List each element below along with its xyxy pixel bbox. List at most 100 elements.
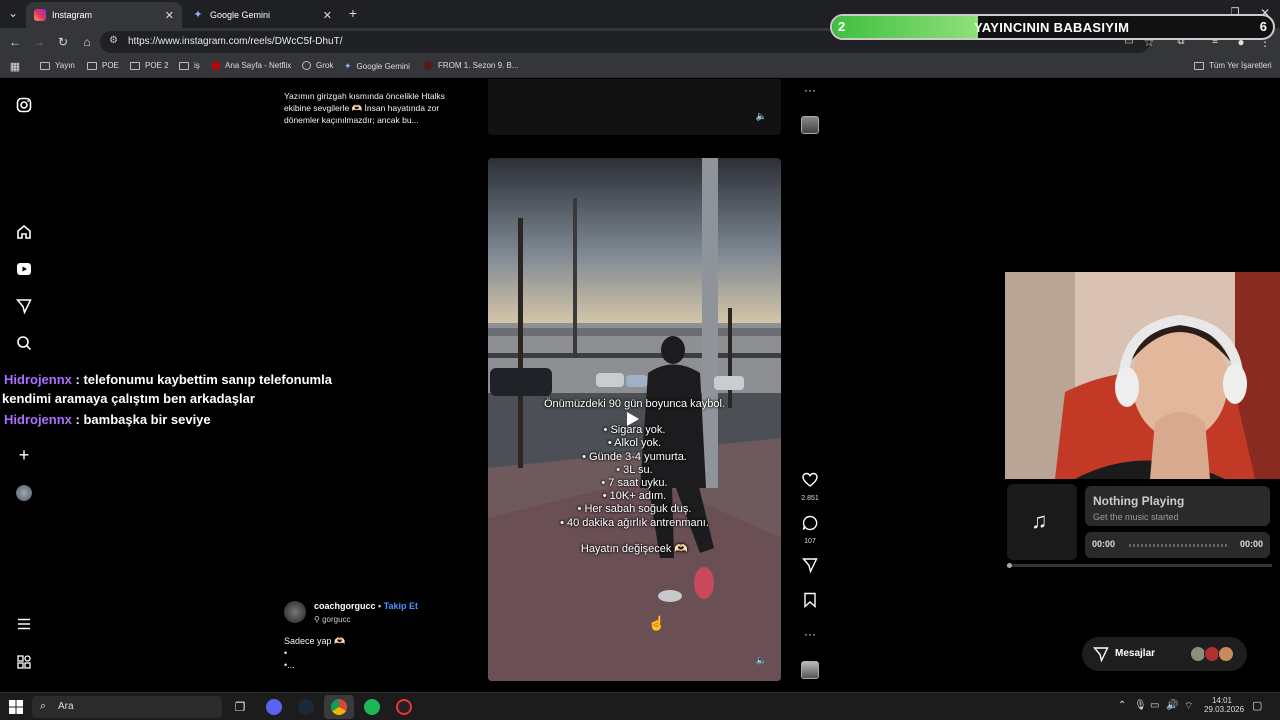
also-from-meta-icon[interactable] <box>16 654 32 670</box>
music-artwork: ♫ <box>1007 484 1077 560</box>
tab-list-chevron-icon[interactable]: ⌄ <box>4 4 22 22</box>
task-view-icon[interactable]: ❐ <box>232 699 248 715</box>
folder-icon <box>130 61 140 70</box>
volume-icon[interactable]: 🔈 <box>756 111 767 122</box>
chrome-taskbar-button[interactable] <box>324 695 354 719</box>
author-avatar[interactable] <box>284 601 306 623</box>
volume-icon[interactable]: 🔊 <box>1166 700 1178 711</box>
reload-icon[interactable]: ↻ <box>54 33 72 51</box>
bookmark-gemini[interactable]: ✦ Google Gemini <box>344 61 410 72</box>
reel-video[interactable]: Önümüzdeki 90 gün boyunca kaybol. • Siga… <box>488 158 781 681</box>
author-username[interactable]: coachgorgucc <box>314 601 376 611</box>
bookmark-label: FROM 1. Sezon 9. B... <box>438 61 519 70</box>
comment-icon[interactable] <box>802 515 818 531</box>
discord-icon[interactable] <box>266 699 282 715</box>
reels-icon[interactable] <box>16 261 32 277</box>
forward-arrow-icon[interactable]: → <box>30 33 48 51</box>
chrome-icon <box>331 699 347 715</box>
music-widget: ♫ Nothing Playing Get the music started … <box>1007 484 1272 564</box>
folder-icon <box>87 61 97 70</box>
overlay-line: • 10K+ adım. <box>602 490 667 503</box>
send-icon[interactable] <box>15 298 32 315</box>
search-icon: ⌕ <box>40 700 47 712</box>
instagram-logo-icon[interactable] <box>16 97 32 113</box>
more-options-icon[interactable]: ··· <box>800 627 820 641</box>
back-arrow-icon[interactable]: ← <box>6 33 24 51</box>
overlay-line: • 3L su. <box>616 463 653 476</box>
bookmark-netflix[interactable]: Ana Sayfa - Netflix <box>212 61 291 70</box>
bookmark-poe2[interactable]: POE 2 <box>130 61 169 70</box>
heart-icon[interactable] <box>802 472 818 488</box>
new-tab-button[interactable]: + <box>344 4 362 22</box>
tab-instagram[interactable]: Instagram ✕ <box>26 2 182 28</box>
author-row: coachgorgucc • Takip Et <box>314 601 418 611</box>
webcam-image <box>1005 272 1280 479</box>
message-avatar <box>1218 646 1234 662</box>
overlay-line: • 40 dakika ağırlık antrenmanı. <box>560 516 709 529</box>
instagram-favicon-icon <box>34 9 46 21</box>
clock-time: 14:01 <box>1211 696 1233 705</box>
windows-start-icon[interactable] <box>8 699 24 715</box>
audio-thumbnail[interactable] <box>801 661 819 679</box>
folder-icon <box>1194 61 1204 70</box>
reel-caption[interactable]: Sadece yap 🫶🏻 • •... <box>284 635 345 671</box>
bookmark-grok[interactable]: Grok <box>302 61 333 70</box>
microphone-icon[interactable]: 🎙 <box>1134 700 1147 711</box>
music-seek-bar[interactable] <box>1129 544 1227 547</box>
close-tab-icon[interactable]: ✕ <box>165 9 174 22</box>
volume-icon[interactable]: 🔈 <box>756 655 767 666</box>
home-icon[interactable]: ⌂ <box>78 33 96 51</box>
previous-more-options-icon[interactable]: ··· <box>800 83 820 97</box>
chat-message: Hidrojennx : telefonumu kaybettim sanıp … <box>4 372 332 387</box>
network-icon[interactable]: ▭ <box>1150 700 1159 711</box>
bookmark-yayin[interactable]: Yayın <box>40 61 75 70</box>
more-menu-icon[interactable] <box>16 616 32 632</box>
spotify-icon[interactable] <box>364 699 380 715</box>
bookmark-poe[interactable]: POE <box>87 61 119 70</box>
profile-avatar[interactable] <box>16 485 32 501</box>
comment-action[interactable]: 107 <box>800 515 820 545</box>
messages-button[interactable]: Mesajlar <box>1082 637 1247 671</box>
steam-icon[interactable] <box>298 699 314 715</box>
clock-date: 29.03.2026 <box>1204 705 1245 714</box>
notifications-icon[interactable]: ▢ <box>1252 699 1262 712</box>
home-icon[interactable] <box>16 224 32 240</box>
save-bookmark-icon[interactable] <box>800 592 820 613</box>
music-progress-track <box>1007 563 1272 568</box>
site-info-icon[interactable]: ⚙ <box>109 35 118 46</box>
wifi-icon[interactable]: ⌔ <box>1184 700 1193 713</box>
chat-text: : bambaşka bir seviye <box>71 412 211 427</box>
like-action[interactable]: 2.851 <box>800 472 820 502</box>
close-tab-icon[interactable]: ✕ <box>323 9 332 22</box>
audio-row[interactable]: ⚲ gorgucc <box>314 615 351 624</box>
caption-line: Sadece yap 🫶🏻 <box>284 636 346 646</box>
goal-title: YAYINCININ BABASIYIM <box>974 20 1130 35</box>
overlay-line: • Sigara yok. <box>603 424 666 437</box>
bookmark-is[interactable]: iş <box>179 61 200 70</box>
play-icon[interactable] <box>627 412 639 426</box>
apps-grid-icon[interactable]: ▦ <box>6 58 24 76</box>
music-progress-knob <box>1007 563 1012 568</box>
share-send-icon[interactable] <box>800 557 820 578</box>
obs-icon[interactable] <box>396 699 412 715</box>
follow-button[interactable]: Takip Et <box>384 601 418 611</box>
create-plus-icon[interactable]: + <box>16 446 32 464</box>
music-duration: 00:00 <box>1239 539 1263 549</box>
like-count: 2.851 <box>801 495 819 502</box>
chat-username: Hidrojennx <box>4 412 72 427</box>
bookmark-from[interactable]: FROM 1. Sezon 9. B... <box>424 61 518 70</box>
previous-reel-caption[interactable]: Yazımın girizgah kısmında öncelikle Htal… <box>284 90 469 126</box>
tab-google-gemini[interactable]: ✦ Google Gemini ✕ <box>184 2 340 28</box>
previous-audio-thumbnail[interactable] <box>801 116 819 134</box>
previous-reel-video[interactable]: 🔈 <box>488 79 781 135</box>
tray-chevron-icon[interactable]: ⌃ <box>1118 700 1126 711</box>
webcam-feed <box>1005 272 1280 479</box>
bookmark-label: Yayın <box>55 61 75 70</box>
taskbar-search-box[interactable]: ⌕ Ara <box>32 696 222 718</box>
gemini-icon: ✦ <box>344 61 352 71</box>
goal-target-value: 6 <box>1259 19 1267 34</box>
all-bookmarks[interactable]: Tüm Yer İşaretleri <box>1194 61 1272 70</box>
netflix-icon <box>212 61 220 70</box>
search-icon[interactable] <box>16 335 32 351</box>
clock[interactable]: 14:01 29.03.2026 <box>1204 696 1245 714</box>
